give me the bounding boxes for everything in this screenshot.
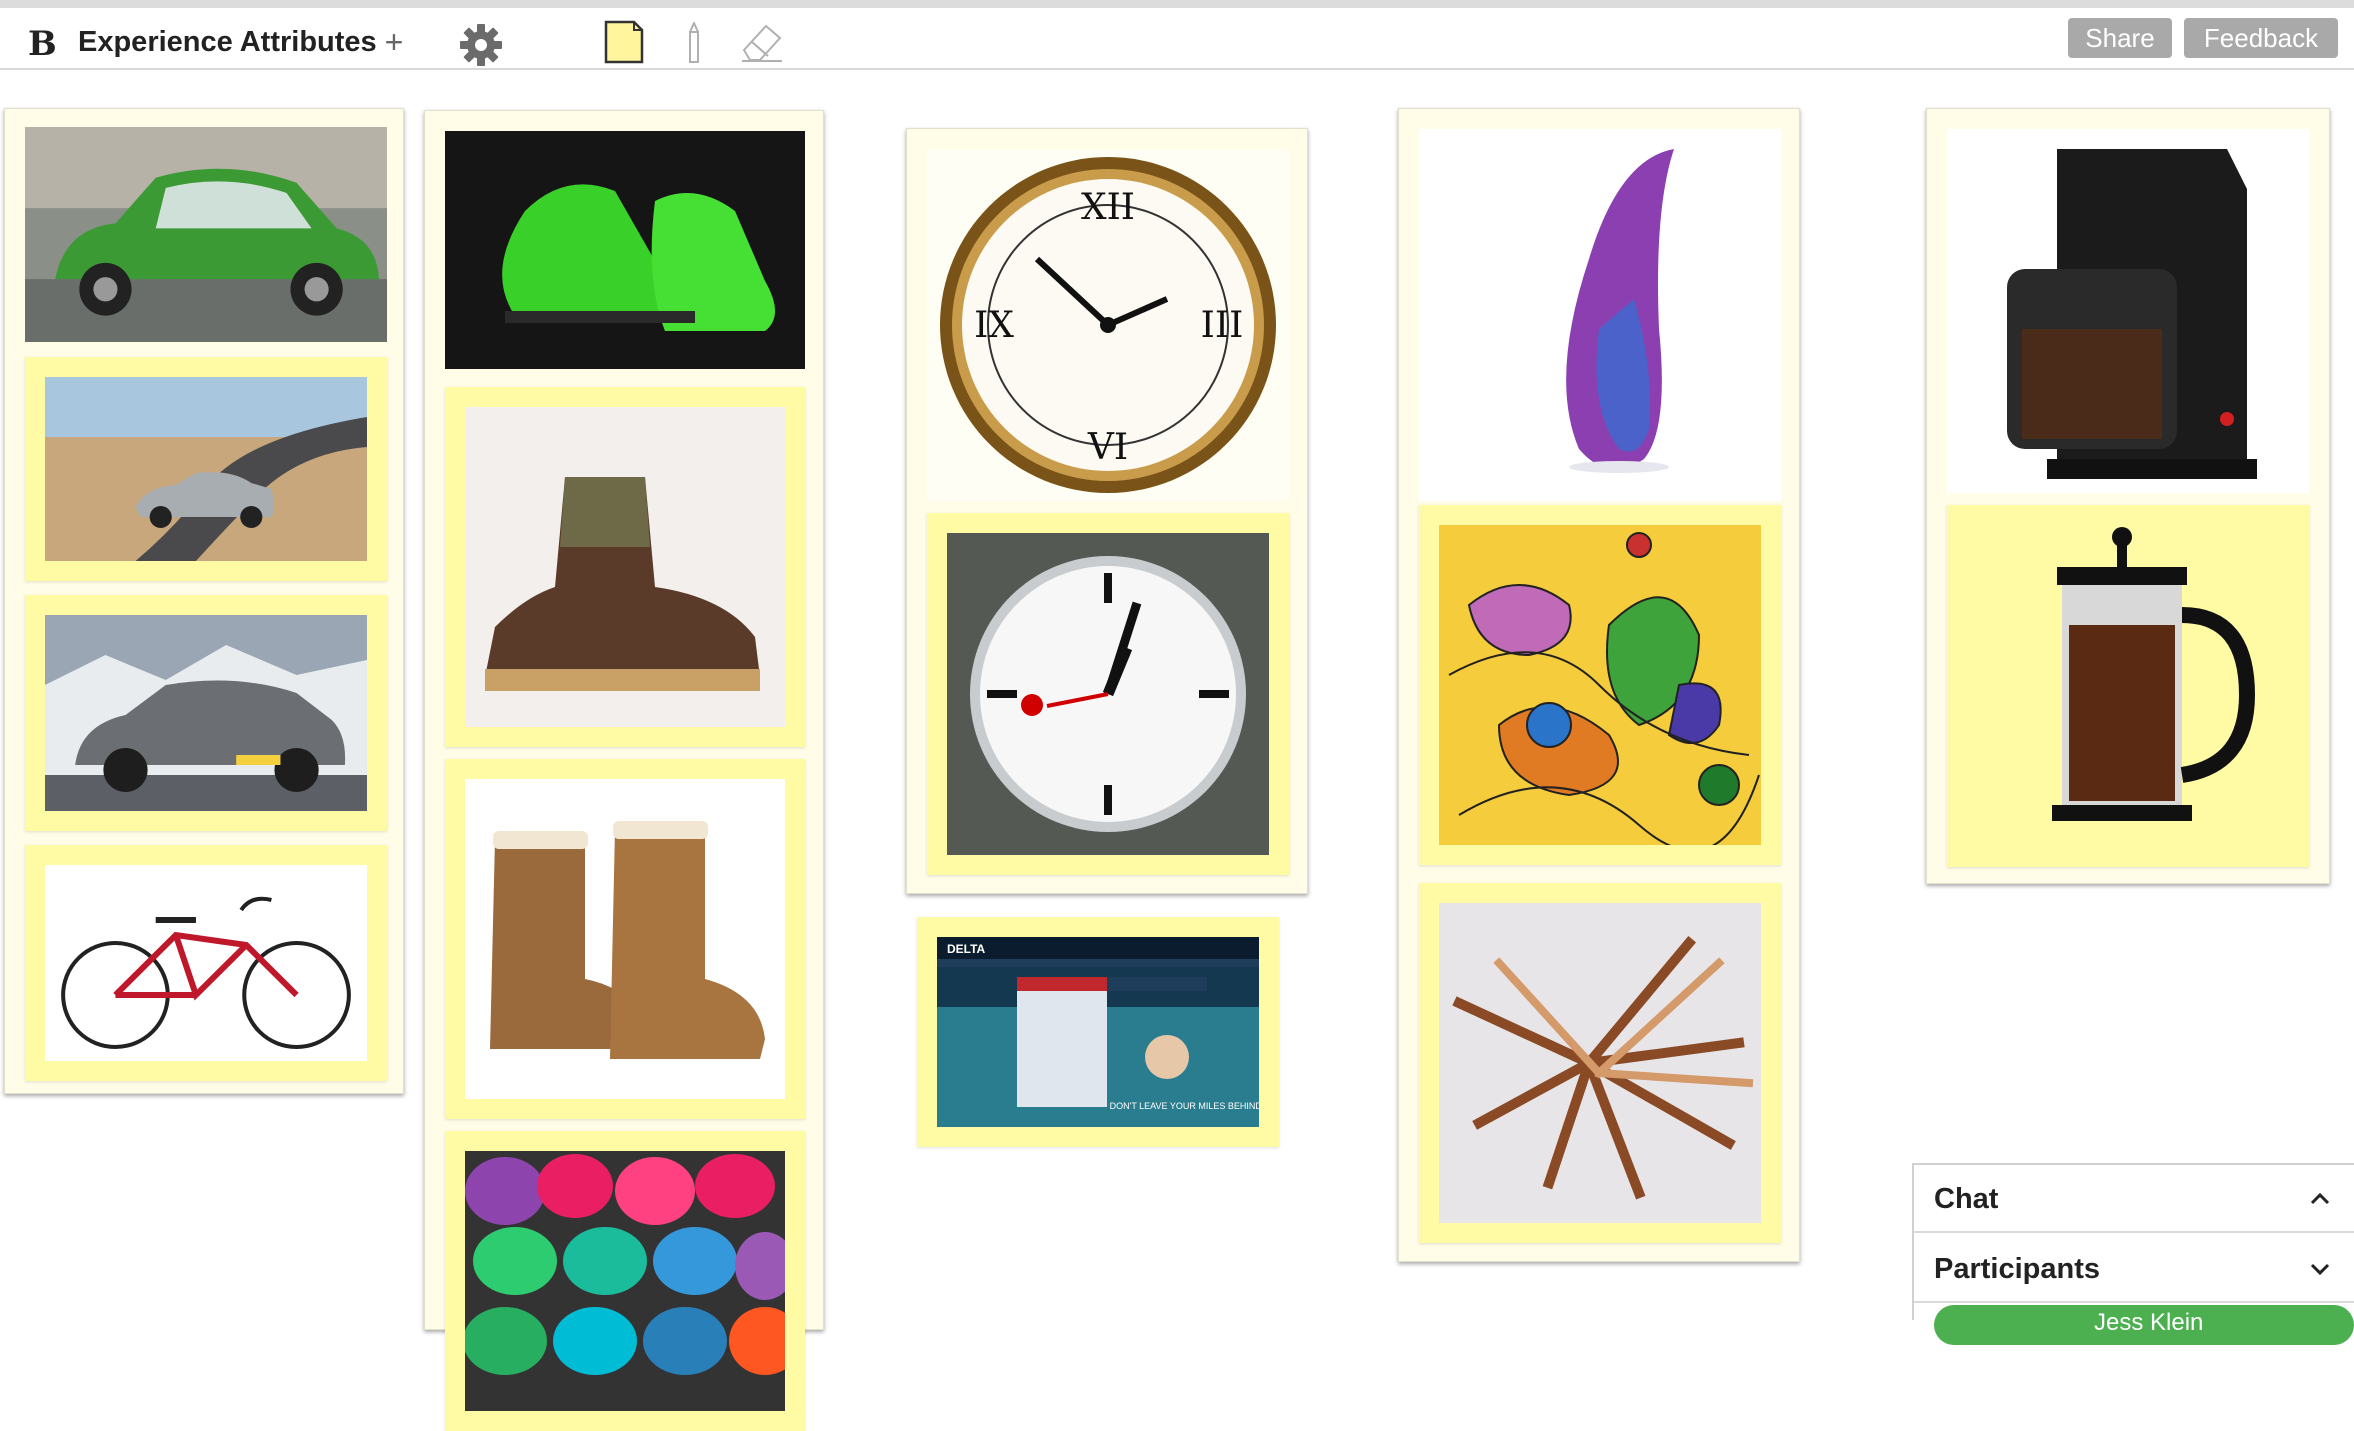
feedback-button[interactable]: Feedback	[2184, 18, 2338, 58]
antique-clock-photo: XII VI III IX	[927, 149, 1289, 501]
image-tile-silver-sedan[interactable]	[25, 357, 387, 581]
svg-text:IX: IX	[974, 305, 1014, 346]
silver-sedan-photo	[45, 377, 367, 561]
window-top-edge	[0, 0, 2354, 8]
image-tile-french-press[interactable]	[1947, 505, 2309, 867]
tan-boots-photo	[465, 779, 785, 1099]
image-tile-antique-clock[interactable]: XII VI III IX	[927, 149, 1289, 501]
image-tile-delta-website[interactable]: DELTA DON'T LEAVE YOUR MILES BEHIND.	[917, 917, 1279, 1147]
image-tile-purple-vase[interactable]	[1419, 129, 1781, 501]
board-title[interactable]: Experience Attributes	[78, 26, 377, 59]
delta-website-photo: DELTA DON'T LEAVE YOUR MILES BEHIND.	[937, 937, 1259, 1127]
chat-label: Chat	[1934, 1183, 1999, 1215]
green-sneakers-photo	[445, 131, 805, 369]
image-tile-brown-boot[interactable]	[445, 387, 805, 747]
share-button[interactable]: Share	[2068, 18, 2172, 58]
board-column-art[interactable]	[1398, 108, 1800, 1262]
image-tile-station-clock[interactable]	[927, 513, 1289, 875]
gear-icon[interactable]	[456, 20, 506, 70]
participants-section-header[interactable]: Participants	[1914, 1235, 2354, 1303]
image-tile-coffee-maker[interactable]	[1947, 129, 2309, 493]
wooden-sculpture-photo	[1439, 903, 1761, 1223]
delta-headline-text: DON'T LEAVE YOUR MILES BEHIND.	[1110, 1101, 1259, 1111]
svg-text:III: III	[1201, 305, 1244, 346]
image-tile-green-sneakers[interactable]	[445, 131, 805, 369]
svg-text:XII: XII	[1081, 187, 1135, 228]
participant-badge[interactable]: Jess Klein	[1934, 1305, 2354, 1345]
board-column-footwear[interactable]	[424, 110, 824, 1431]
image-tile-gray-suv[interactable]	[25, 595, 387, 831]
brown-boot-photo	[465, 407, 785, 727]
svg-text:VI: VI	[1087, 427, 1128, 468]
app-logo[interactable]: B	[28, 24, 57, 64]
image-tile-wooden-sculpture[interactable]	[1419, 883, 1781, 1243]
sticky-note-icon[interactable]	[604, 20, 644, 64]
image-tile-abstract-drawing[interactable]	[1419, 505, 1781, 865]
coffee-maker-photo	[1947, 129, 2309, 493]
red-bicycle-photo	[45, 865, 367, 1061]
purple-vase-photo	[1419, 129, 1781, 501]
board-column-clocks[interactable]: XII VI III IX DELTA DON'T LEAVE YOUR MIL…	[906, 128, 1308, 1147]
gray-suv-photo	[45, 615, 367, 811]
chevron-up-icon[interactable]	[2308, 1187, 2332, 1211]
toolbar: B Experience Attributes + Share Feedback	[0, 8, 2354, 70]
chat-section-header[interactable]: Chat	[1914, 1165, 2354, 1233]
board-column-cars[interactable]	[4, 108, 404, 1094]
green-beetle-photo	[25, 127, 387, 342]
french-press-photo	[1967, 525, 2289, 847]
colorful-clogs-photo	[465, 1151, 785, 1411]
image-tile-colorful-clogs[interactable]	[445, 1131, 805, 1431]
chat-panel: Chat Participants Jess Klein	[1912, 1163, 2354, 1345]
add-board-button[interactable]: +	[380, 24, 408, 61]
pen-icon[interactable]	[685, 20, 703, 64]
image-tile-tan-boots[interactable]	[445, 759, 805, 1119]
chevron-down-icon[interactable]	[2308, 1257, 2332, 1281]
station-clock-photo	[947, 533, 1269, 855]
delta-brand-text: DELTA	[947, 942, 986, 956]
image-tile-red-bicycle[interactable]	[25, 845, 387, 1081]
eraser-icon[interactable]	[738, 20, 786, 64]
participants-label: Participants	[1934, 1253, 2100, 1285]
board-column-coffee[interactable]	[1926, 108, 2330, 884]
image-tile-green-beetle[interactable]	[25, 127, 387, 342]
abstract-drawing-photo	[1439, 525, 1761, 845]
